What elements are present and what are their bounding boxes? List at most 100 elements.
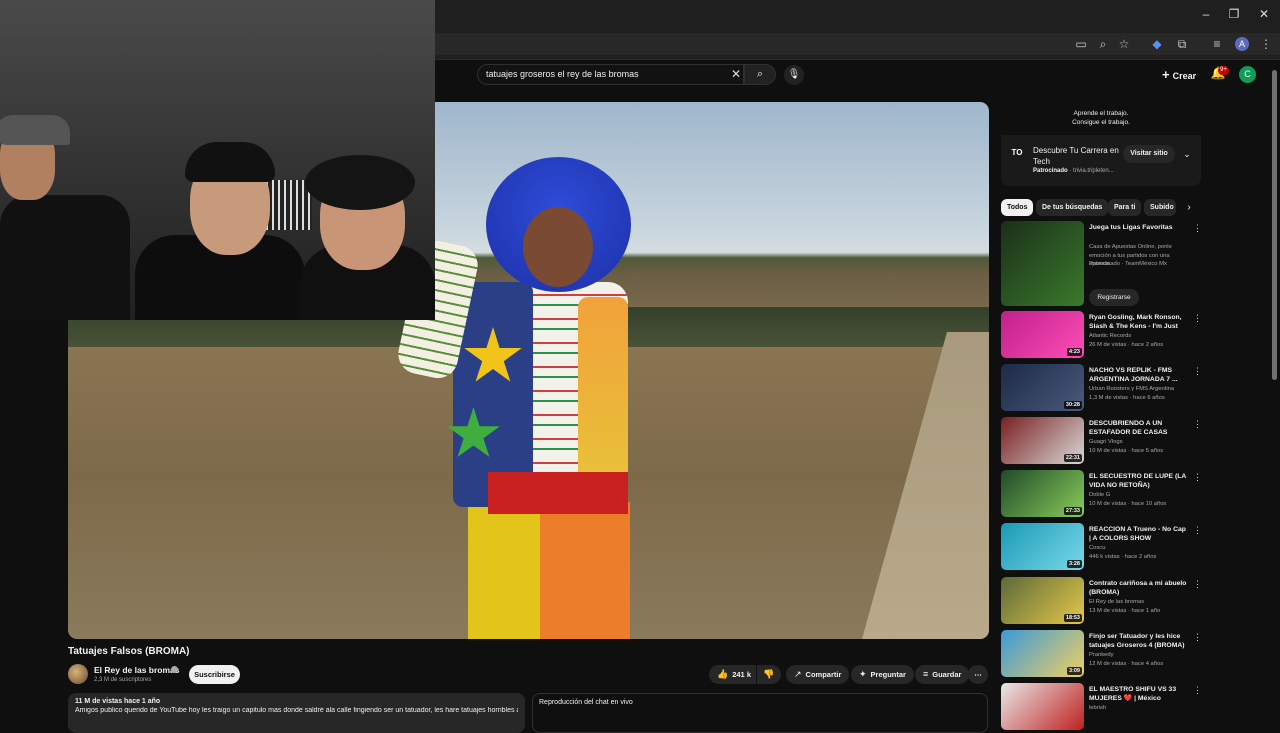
more-vert-icon[interactable]: ⋮ [1193,579,1202,591]
video-thumbnail[interactable]: 3:09 [1001,630,1084,677]
search-button[interactable]: ⌕ [744,64,776,85]
more-vert-icon[interactable]: ⋮ [1193,632,1202,644]
video-title-link[interactable]: Juega tus Ligas Favoritas [1089,223,1189,232]
video-duration: 27:33 [1063,507,1082,515]
recommendation-item[interactable]: 22:31 DESCUBRIENDO A UN ESTAFADOR DE CASA… [1001,417,1202,467]
recommendation-item[interactable]: 4:23 Ryan Gosling, Mark Ronson, Slash & T… [1001,311,1202,361]
channel-name[interactable]: El Rey de las bromas [94,665,180,675]
browser-profile-avatar[interactable]: A [1235,37,1249,51]
create-button[interactable]: + Crear [1162,66,1196,84]
video-meta: 13 M de vistas · hace 1 año [1089,608,1161,614]
media-icon[interactable]: ≡ [1210,37,1224,51]
channel-name[interactable]: Coscu [1089,545,1189,551]
puzzle-icon[interactable]: ⧉ [1175,37,1189,51]
ad-banner[interactable]: Aprende el trabajo. Consigue el trabajo. [1001,102,1201,135]
channel-name[interactable]: Urban Roosters y FMS Argentina [1089,386,1189,392]
more-vert-icon[interactable]: ⋮ [1193,313,1202,325]
more-actions-button[interactable]: ⋯ [968,665,988,684]
kebab-menu-icon[interactable]: ⋮ [1259,37,1273,51]
video-title-link[interactable]: EL MAESTRO SHIFU VS 33 MUJERES ❤️ | Méxi… [1089,685,1189,703]
save-button[interactable]: ≡ Guardar [915,665,970,684]
more-vert-icon[interactable]: ⋮ [1193,525,1202,537]
recommendation-item[interactable]: EL MAESTRO SHIFU VS 33 MUJERES ❤️ | Méxi… [1001,683,1202,733]
visit-site-button[interactable]: Visitar sitio [1123,145,1175,163]
description-text: Amigos publico querido de YouTube hoy le… [75,707,518,714]
video-title-link[interactable]: REACCION A Trueno - No Cap | A COLORS SH… [1089,525,1189,543]
more-vert-icon[interactable]: ⋮ [1193,419,1202,431]
mic-icon[interactable]: 🎙 [784,65,804,85]
video-title-link[interactable]: EL SECUESTRO DE LUPE (LA VIDA NO RETOÑA) [1089,472,1189,490]
recommendation-item[interactable]: 18:53 Contrato cariñosa a mi abuelo (BROM… [1001,577,1202,627]
video-thumbnail[interactable] [1001,683,1084,730]
video-thumbnail[interactable]: 30:28 [1001,364,1084,411]
channel-name[interactable]: Guagri Vlogs [1089,439,1189,445]
ad-logo: TO [1011,148,1023,157]
extension-icon[interactable]: ◆ [1150,37,1164,51]
ad-title[interactable]: Descubre Tu Carrera en Tech [1033,145,1123,167]
minimize-icon[interactable]: – [1198,6,1214,22]
more-vert-icon[interactable]: ⋮ [1193,223,1202,235]
video-clown-sash [488,472,628,514]
recommendation-item[interactable]: 27:33 EL SECUESTRO DE LUPE (LA VIDA NO RE… [1001,470,1202,520]
channel-name[interactable]: El Rey de las bromas [1089,599,1189,605]
ad-banner-line-1: Aprende el trabajo. [1073,110,1129,117]
recommendation-item[interactable]: 3:09 Finjo ser Tatuador y les hice tatuaj… [1001,630,1202,680]
recommendation-item[interactable]: 3:28 REACCION A Trueno - No Cap | A COLOR… [1001,523,1202,573]
video-thumbnail[interactable]: 22:31 [1001,417,1084,464]
description-box[interactable]: 11 M de vistas hace 1 año Amigos publico… [68,693,525,733]
video-meta: Patrocinado · TeamMéxico Mx [1089,261,1167,267]
video-duration: 4:23 [1066,348,1082,356]
chip-para-ti[interactable]: Para ti [1108,199,1142,216]
chevron-right-icon[interactable]: › [1182,199,1196,216]
webcam-person-1-body [0,195,130,320]
video-thumbnail[interactable]: 3:28 [1001,523,1084,570]
video-title-link[interactable]: DESCUBRIENDO A UN ESTAFADOR DE CASAS [1089,419,1189,437]
recommendation-item[interactable]: Juega tus Ligas Favoritas Casa de Apuesta… [1001,221,1202,307]
channel-name[interactable]: Doble G [1089,492,1189,498]
video-thumbnail[interactable]: 4:23 [1001,311,1084,358]
chip-de-tus-busquedas[interactable]: De tus búsquedas [1036,199,1109,216]
like-count: 241 k [732,670,751,679]
video-title-link[interactable]: Contrato cariñosa a mi abuelo (BROMA) [1089,579,1189,597]
cast-icon[interactable]: ▭ [1074,37,1088,51]
ad-meta: Patrocinado · trivia.tripleten... [1033,168,1114,174]
clear-search-icon[interactable]: ✕ [729,67,743,81]
channel-name[interactable]: Prankedy [1089,652,1189,658]
chevron-down-icon[interactable]: ⌄ [1180,147,1194,161]
close-window-icon[interactable]: ✕ [1256,6,1272,22]
channel-avatar[interactable] [68,664,88,684]
channel-name[interactable]: lebrish [1089,705,1189,711]
video-clown-face [523,207,593,287]
video-thumbnail[interactable]: 18:53 [1001,577,1084,624]
chip-todos[interactable]: Todos [1001,199,1034,216]
webcam-overlay [0,0,435,320]
chip-subido[interactable]: Subido [1144,199,1176,216]
search-input[interactable]: tatuajes groseros el rey de las bromas [477,64,744,85]
more-vert-icon[interactable]: ⋮ [1193,472,1202,484]
like-button[interactable]: 👍 241 k [709,665,756,684]
video-meta: 10 M de vistas · hace 10 años [1089,501,1167,507]
more-vert-icon[interactable]: ⋮ [1193,366,1202,378]
scrollbar[interactable] [1272,70,1277,380]
ask-label: Preguntar [870,670,906,679]
dislike-button[interactable]: 👎 [757,665,781,684]
subscribe-button[interactable]: Suscribirse [189,665,240,684]
video-title-link[interactable]: Ryan Gosling, Mark Ronson, Slash & The K… [1089,313,1189,331]
channel-name[interactable]: Atlantic Records [1089,333,1189,339]
account-avatar[interactable]: C [1239,66,1256,83]
bookmark-star-icon[interactable]: ☆ [1117,37,1131,51]
zoom-icon[interactable]: ⌕ [1096,37,1110,51]
video-title-link[interactable]: Finjo ser Tatuador y les hice tatuajes G… [1089,632,1189,650]
register-button[interactable]: Registrarse [1089,289,1139,306]
share-button[interactable]: ↗ Compartir [786,665,850,684]
more-icon: ⋯ [974,670,982,679]
restore-icon[interactable]: ❐ [1226,6,1242,22]
more-vert-icon[interactable]: ⋮ [1193,685,1202,697]
chat-replay-panel[interactable]: Reproducción del chat en vivo [532,693,988,733]
video-thumbnail[interactable] [1001,221,1084,306]
video-meta: 1,3 M de vistas · hace 6 años [1089,395,1165,401]
video-title-link[interactable]: NACHO VS REPLIK - FMS ARGENTINA JORNADA … [1089,366,1189,384]
video-thumbnail[interactable]: 27:33 [1001,470,1084,517]
ask-button[interactable]: ✦ Preguntar [851,665,914,684]
recommendation-item[interactable]: 30:28 NACHO VS REPLIK - FMS ARGENTINA JOR… [1001,364,1202,414]
